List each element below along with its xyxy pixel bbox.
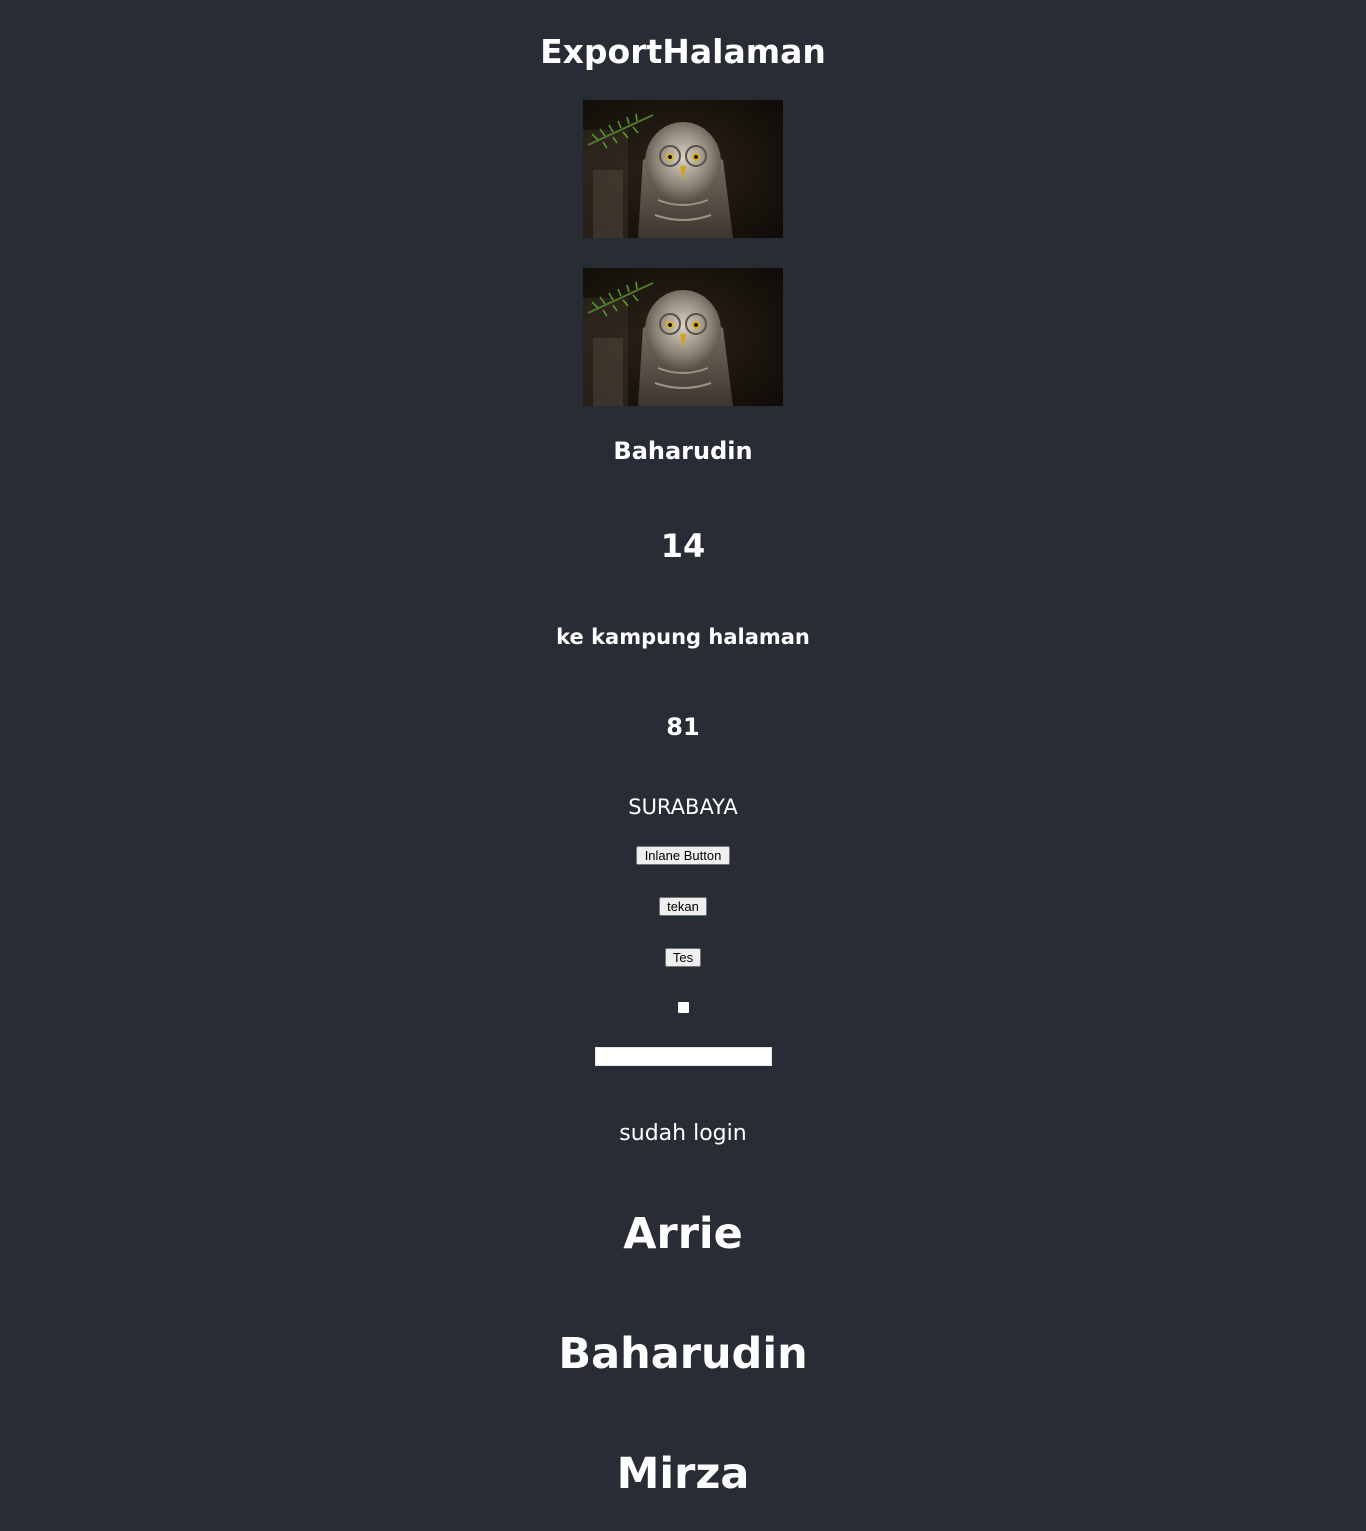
inline-button-row: Inlane Button: [0, 846, 1366, 865]
profile-number: 81: [666, 713, 700, 741]
profile-name: Baharudin: [613, 437, 753, 465]
profile-age: 14: [660, 527, 706, 565]
profile-city: SURABAYA: [628, 795, 738, 819]
name-heading-arrie: Arrie: [623, 1209, 743, 1259]
tes-button[interactable]: Tes: [665, 948, 701, 967]
tes-button-row: Tes: [0, 948, 1366, 967]
page-title: ExportHalaman: [540, 32, 826, 71]
tekan-button[interactable]: tekan: [659, 897, 707, 916]
name-heading-baharudin: Baharudin: [558, 1329, 808, 1379]
checkbox[interactable]: [678, 1002, 689, 1013]
name-heading-mirza: Mirza: [616, 1449, 750, 1499]
owl-photo-2: [583, 268, 783, 406]
profile-destination: ke kampung halaman: [556, 625, 810, 649]
text-input[interactable]: [595, 1047, 772, 1066]
owl-photo-1: [583, 100, 783, 238]
inline-button[interactable]: Inlane Button: [636, 846, 730, 865]
tekan-button-row: tekan: [0, 897, 1366, 916]
login-status: sudah login: [619, 1121, 747, 1146]
